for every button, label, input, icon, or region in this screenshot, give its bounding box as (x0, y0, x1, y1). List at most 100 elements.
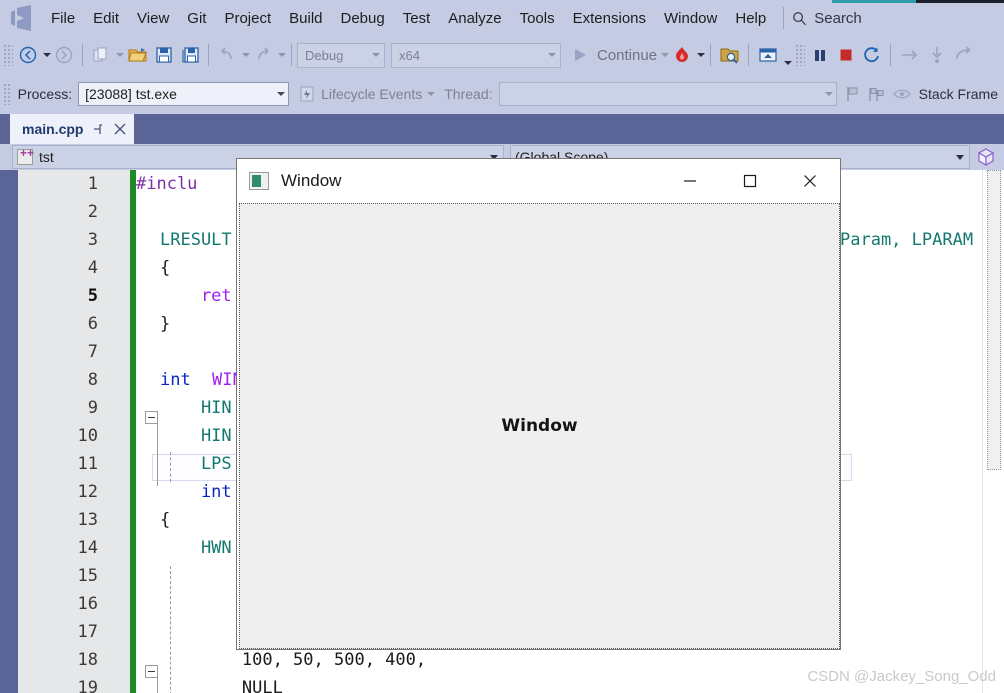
save-icon[interactable] (151, 41, 177, 69)
tab-label: main.cpp (22, 121, 84, 137)
step-over-icon[interactable] (896, 41, 924, 69)
start-play-icon[interactable] (567, 41, 593, 69)
menu-item-analyze[interactable]: Analyze (439, 3, 510, 33)
navigate-back-dropdown-icon[interactable] (43, 53, 51, 57)
close-icon[interactable] (780, 159, 840, 203)
menu-item-test[interactable]: Test (394, 3, 440, 33)
hot-reload-dropdown-icon[interactable] (697, 53, 706, 57)
menu-item-build[interactable]: Build (280, 3, 331, 33)
line-number: 14 (77, 538, 98, 558)
line-number: 15 (77, 566, 98, 586)
line-number: 11 (77, 454, 98, 474)
lifecycle-events-label[interactable]: Lifecycle Events (321, 86, 422, 102)
platform-value: x64 (399, 47, 420, 63)
restart-icon[interactable] (859, 41, 885, 69)
app-window[interactable]: Window Window (236, 158, 841, 650)
app-window-client-area[interactable]: Window (239, 203, 840, 649)
toolbar-grip[interactable] (3, 44, 13, 66)
editor-scrollbar[interactable] (982, 170, 1004, 693)
toolbar-divider (208, 44, 209, 66)
minimize-icon[interactable] (660, 159, 720, 203)
window-layout-icon[interactable] (754, 41, 782, 69)
menu-item-extensions[interactable]: Extensions (564, 3, 655, 33)
menu-item-window[interactable]: Window (655, 3, 726, 33)
menu-item-view[interactable]: View (128, 3, 178, 33)
lifecycle-dropdown-icon[interactable] (427, 92, 436, 96)
menu-item-file[interactable]: File (42, 3, 84, 33)
line-number: 10 (77, 426, 98, 446)
hot-reload-flame-icon[interactable] (669, 41, 695, 69)
undo-dropdown-icon[interactable] (242, 53, 250, 57)
step-into-icon[interactable] (924, 41, 950, 69)
toolbar-grip-secondary[interactable] (795, 44, 806, 66)
line-number: 7 (87, 342, 98, 362)
line-number: 18 (77, 650, 98, 670)
window-controls (660, 159, 840, 203)
cube-icon[interactable] (976, 147, 996, 167)
cpp-project-icon (17, 146, 34, 165)
menu-item-tools[interactable]: Tools (511, 3, 564, 33)
menu-item-project[interactable]: Project (215, 3, 280, 33)
toolbar-divider (748, 44, 750, 66)
flags-icon[interactable] (867, 85, 887, 103)
debug-toolbar-grip[interactable] (3, 83, 12, 105)
menu-divider (783, 7, 785, 29)
navigate-back-icon[interactable] (15, 41, 41, 69)
configuration-value: Debug (305, 47, 344, 63)
close-icon[interactable] (114, 123, 126, 135)
break-all-pause-icon[interactable] (807, 41, 833, 69)
pin-icon[interactable] (92, 123, 105, 136)
continue-dropdown-icon[interactable] (661, 53, 670, 57)
chevron-down-icon (548, 53, 556, 57)
new-item-dropdown-icon[interactable] (116, 53, 124, 57)
save-all-icon[interactable] (177, 41, 203, 69)
app-window-client-text: Window (501, 416, 578, 436)
redo-icon[interactable] (250, 41, 276, 69)
tab-main-cpp[interactable]: main.cpp (10, 114, 135, 144)
menu-item-git[interactable]: Git (178, 3, 215, 33)
search-label: Search (814, 9, 862, 27)
scrollbar-thumb[interactable] (987, 170, 1001, 470)
continue-label[interactable]: Continue (597, 47, 657, 64)
solution-configuration-dropdown[interactable]: Debug (297, 42, 385, 68)
lifecycle-events-icon[interactable] (298, 85, 316, 103)
stop-debugging-icon[interactable] (833, 41, 859, 69)
attach-to-process-icon[interactable] (716, 41, 743, 69)
visual-studio-logo-icon (4, 3, 42, 33)
search-box[interactable]: Search (792, 10, 862, 27)
thread-dropdown[interactable] (498, 82, 837, 106)
line-number: 19 (77, 678, 98, 693)
open-file-icon[interactable] (124, 41, 151, 69)
solution-platform-dropdown[interactable]: x64 (391, 42, 561, 68)
line-number: 6 (87, 314, 98, 334)
line-number: 3 (87, 230, 98, 250)
flag-icon[interactable] (844, 85, 862, 103)
line-code: NULL (160, 678, 283, 693)
process-dropdown[interactable]: [23088] tst.exe (78, 82, 290, 106)
line-code: HWN (160, 538, 232, 558)
step-out-icon[interactable] (950, 41, 978, 69)
toolbar-divider (710, 44, 712, 66)
app-window-titlebar[interactable]: Window (237, 159, 840, 203)
undo-icon[interactable] (214, 41, 240, 69)
line-code: 100, 50, 500, 400, (160, 650, 427, 670)
line-number: 5 (87, 286, 98, 306)
process-label: Process: (17, 86, 73, 102)
toolbar-divider (890, 44, 892, 66)
line-number: 1 (87, 174, 98, 194)
navigate-forward-icon[interactable] (51, 41, 77, 69)
menu-item-debug[interactable]: Debug (332, 3, 394, 33)
menu-item-edit[interactable]: Edit (84, 3, 128, 33)
menu-item-help[interactable]: Help (726, 3, 775, 33)
eye-icon[interactable] (892, 87, 912, 101)
process-value: [23088] tst.exe (85, 86, 177, 102)
line-number: 13 (77, 510, 98, 530)
redo-dropdown-icon[interactable] (278, 53, 286, 57)
window-layout-dropdown-icon[interactable] (784, 61, 793, 65)
line-code: HIN (160, 398, 232, 418)
line-code: LPS (160, 454, 232, 474)
line-code: { (160, 258, 171, 278)
line-number: 8 (87, 370, 98, 390)
new-item-icon[interactable] (88, 41, 114, 69)
maximize-icon[interactable] (720, 159, 780, 203)
